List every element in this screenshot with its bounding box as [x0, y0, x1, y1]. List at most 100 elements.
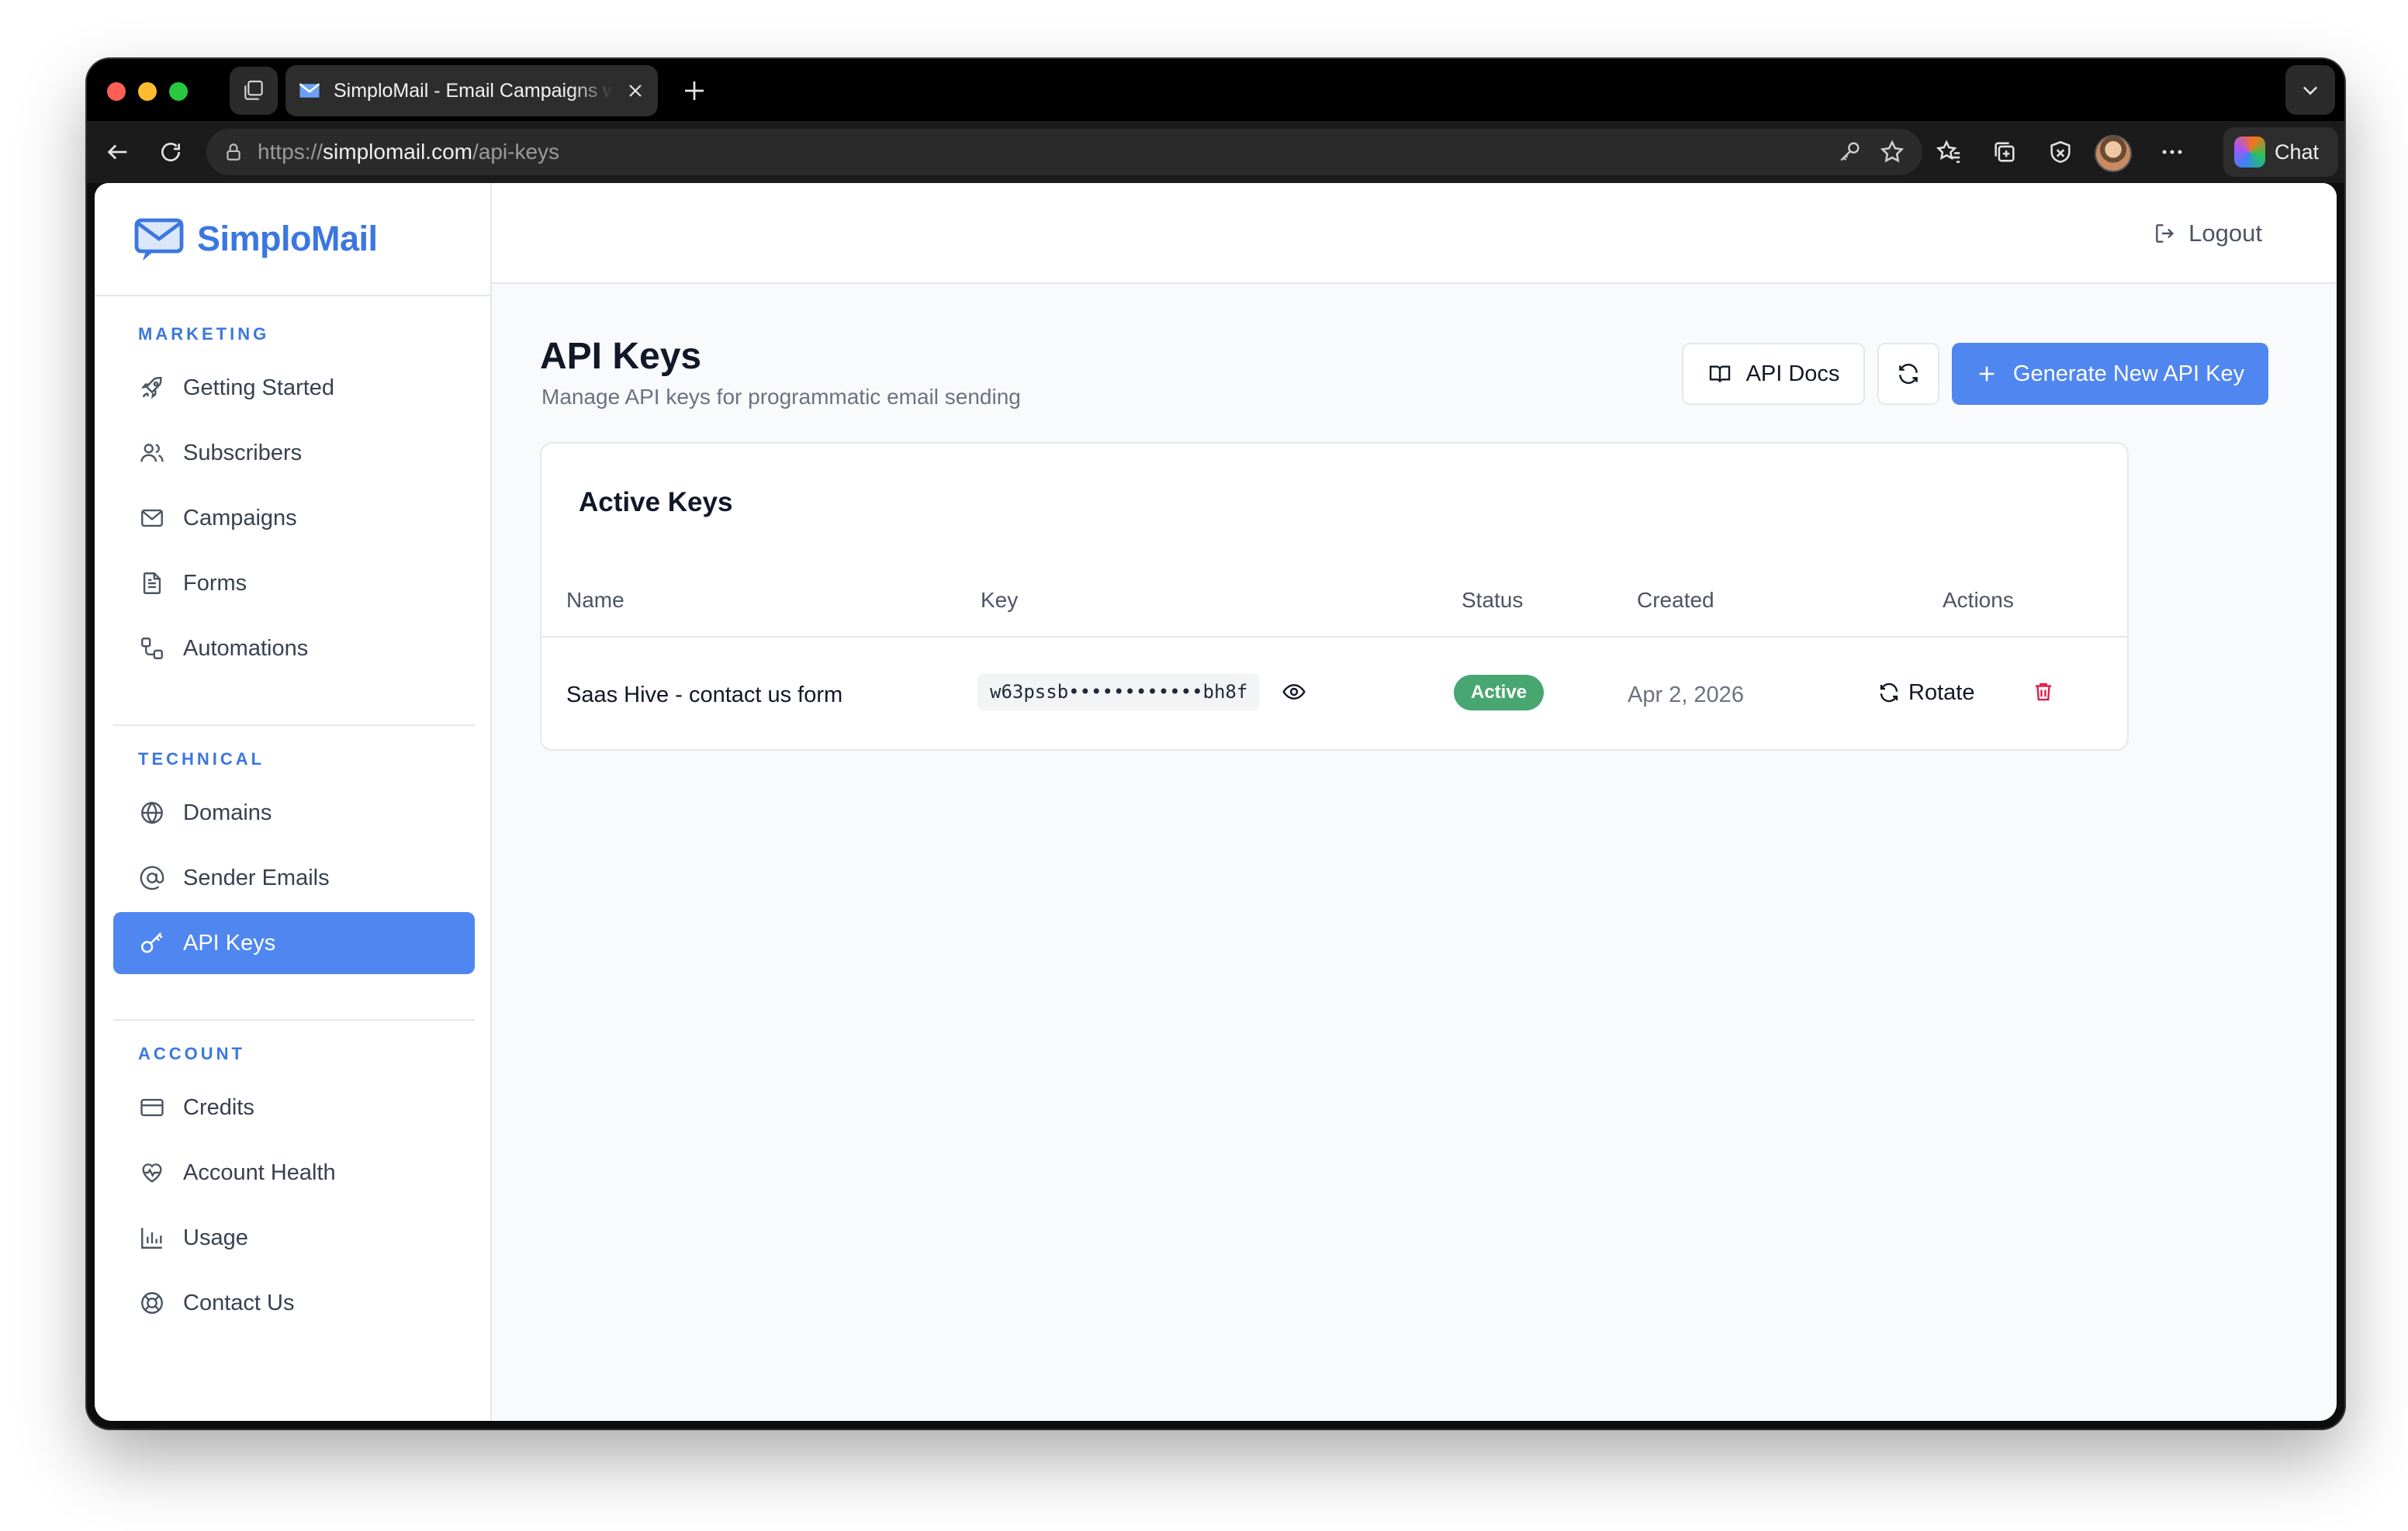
plus-icon — [685, 81, 704, 100]
chevron-down-icon — [2302, 86, 2318, 95]
key-passwords-icon[interactable] — [1837, 140, 1862, 164]
rocket-icon — [137, 372, 168, 403]
column-header-created: Created — [1637, 588, 1714, 612]
masked-api-key: w63pssb••••••••••••bh8f — [977, 673, 1261, 710]
close-window-button[interactable] — [107, 82, 126, 101]
logout-button[interactable]: Logout — [2153, 214, 2262, 253]
shield-icon[interactable] — [2045, 137, 2076, 168]
star-icon[interactable] — [1879, 139, 1905, 165]
created-date: Apr 2, 2026 — [1628, 683, 1744, 707]
sidebar-item-label: API Keys — [183, 930, 276, 956]
tab-actions-button[interactable] — [230, 67, 278, 115]
users-icon — [137, 437, 168, 468]
back-button[interactable] — [101, 135, 135, 169]
copilot-logo-icon — [2234, 137, 2265, 168]
sidebar-item-label: Automations — [183, 635, 309, 661]
rotate-label: Rotate — [1908, 679, 1975, 705]
sidebar-item-getting-started[interactable]: Getting Started — [113, 357, 475, 419]
delete-key-button[interactable] — [2028, 676, 2059, 707]
browser-toolbar: https://simplomail.com/api-keys Chat — [87, 121, 2344, 183]
url-path: /api-keys — [472, 140, 560, 164]
api-docs-label: API Docs — [1745, 361, 1840, 386]
eye-icon — [1282, 684, 1306, 700]
key-icon — [137, 928, 168, 959]
sidebar-item-account-health[interactable]: Account Health — [113, 1142, 475, 1204]
table-header-divider — [541, 636, 2127, 638]
reload-icon — [161, 143, 180, 161]
sidebar-item-label: Subscribers — [183, 440, 303, 465]
tab-list-button[interactable] — [2285, 65, 2335, 115]
show-key-button[interactable] — [1278, 676, 1310, 707]
sidebar-divider — [113, 1019, 475, 1021]
generate-api-key-button[interactable]: Generate New API Key — [1952, 343, 2268, 405]
sidebar-item-sender-emails[interactable]: Sender Emails — [113, 847, 475, 909]
address-bar[interactable]: https://simplomail.com/api-keys — [206, 129, 1922, 175]
envelope-logo-icon — [134, 218, 184, 261]
more-options-icon[interactable] — [2157, 137, 2188, 168]
sidebar-item-usage[interactable]: Usage — [113, 1207, 475, 1269]
sidebar-item-contact-us[interactable]: Contact Us — [113, 1272, 475, 1334]
trash-icon — [2036, 683, 2051, 701]
envelope-favicon-icon — [296, 78, 323, 104]
sidebar-item-label: Sender Emails — [183, 865, 330, 890]
column-header-status: Status — [1462, 588, 1524, 612]
favorites-icon[interactable] — [1933, 137, 1964, 168]
card-title: Active Keys — [579, 487, 733, 517]
logo-text: SimploMail — [197, 219, 378, 258]
chat-label: Chat — [2275, 140, 2320, 164]
column-header-key: Key — [981, 588, 1019, 612]
profile-avatar[interactable] — [2095, 135, 2132, 172]
sidebar-divider — [113, 724, 475, 726]
workflow-icon — [137, 633, 168, 664]
sidebar-item-label: Getting Started — [183, 375, 335, 400]
logo[interactable]: SimploMail — [95, 183, 490, 296]
heart-pulse-icon — [137, 1157, 168, 1188]
sidebar-item-label: Domains — [183, 800, 272, 825]
collections-icon[interactable] — [1989, 137, 2020, 168]
life-buoy-icon — [137, 1287, 168, 1318]
key-name: Saas Hive - contact us form — [566, 683, 843, 707]
minimize-window-button[interactable] — [138, 82, 157, 101]
sidebar-item-api-keys[interactable]: API Keys — [113, 912, 475, 974]
copilot-chat-button[interactable]: Chat — [2223, 127, 2338, 177]
sidebar-item-label: Credits — [183, 1094, 254, 1120]
sidebar-item-campaigns[interactable]: Campaigns — [113, 487, 475, 549]
rotate-icon — [1880, 683, 1898, 703]
top-bar: Logout — [492, 183, 2337, 284]
sidebar-item-label: Contact Us — [183, 1290, 295, 1315]
logout-icon — [2156, 224, 2174, 243]
book-open-icon — [1709, 365, 1730, 382]
reload-button[interactable] — [154, 135, 188, 169]
browser-tab[interactable]: SimploMail - Email Campaigns w — [285, 65, 658, 116]
refresh-button[interactable] — [1877, 343, 1939, 405]
credit-card-icon — [137, 1092, 168, 1123]
globe-icon — [137, 797, 168, 828]
api-docs-button[interactable]: API Docs — [1682, 343, 1865, 405]
sidebar-item-forms[interactable]: Forms — [113, 552, 475, 614]
tab-title: SimploMail - Email Campaigns w — [334, 79, 613, 102]
maximize-window-button[interactable] — [169, 82, 188, 101]
sidebar-item-subscribers[interactable]: Subscribers — [113, 422, 475, 484]
tab-bar: SimploMail - Email Campaigns w — [87, 59, 2344, 121]
sidebar: SimploMail MARKETING Getting Started Sub… — [95, 183, 492, 1421]
rotate-key-button[interactable]: Rotate — [1877, 675, 1974, 710]
sidebar-item-automations[interactable]: Automations — [113, 617, 475, 679]
url-text: https://simplomail.com/api-keys — [258, 140, 559, 164]
sidebar-item-credits[interactable]: Credits — [113, 1077, 475, 1139]
column-header-name: Name — [566, 588, 624, 612]
sidebar-item-label: Usage — [183, 1225, 248, 1250]
mail-icon — [137, 503, 168, 534]
tabs-icon — [244, 80, 263, 100]
lock-icon — [227, 143, 240, 161]
section-title-marketing: MARKETING — [138, 324, 270, 344]
generate-api-key-label: Generate New API Key — [2012, 361, 2245, 386]
section-title-technical: TECHNICAL — [138, 749, 265, 769]
browser-window: SimploMail - Email Campaigns w https://s… — [87, 59, 2344, 1429]
plus-icon — [1979, 366, 1995, 382]
new-tab-button[interactable] — [676, 73, 712, 109]
close-tab-icon[interactable] — [624, 79, 647, 102]
active-keys-card: Active Keys Name Key Status Created Acti… — [540, 442, 2129, 751]
at-sign-icon — [137, 862, 168, 893]
url-prefix: https:// — [258, 140, 323, 164]
sidebar-item-domains[interactable]: Domains — [113, 782, 475, 844]
